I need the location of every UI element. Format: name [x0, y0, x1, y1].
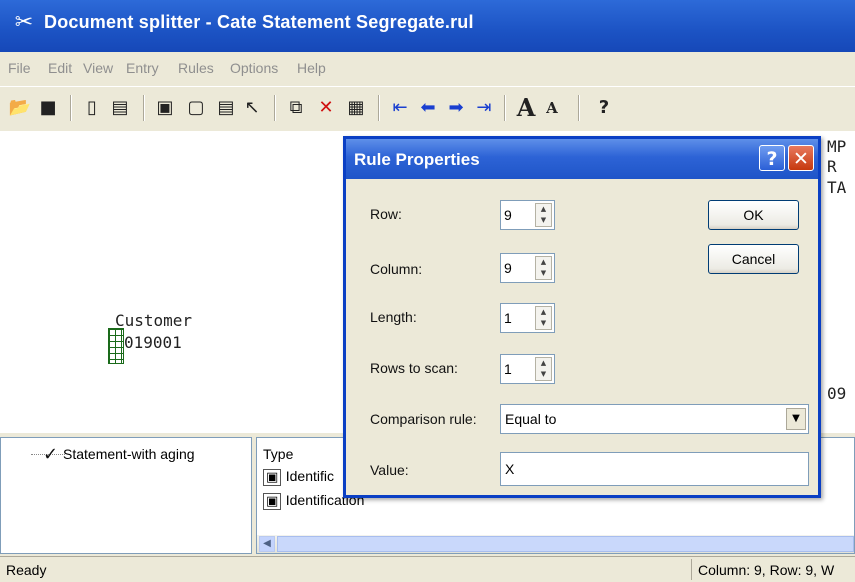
last-icon[interactable]: ⇥ [472, 96, 496, 120]
value-text: X [505, 461, 515, 477]
spin-up-icon[interactable]: ▲ [536, 204, 551, 215]
spin-up-icon[interactable]: ▲ [536, 307, 551, 318]
status-bar: Ready Column: 9, Row: 9, W [0, 556, 855, 582]
column-label: Column: [370, 261, 423, 277]
scroll-left-arrow-icon[interactable]: ◀ [259, 536, 275, 552]
rows-to-scan-spinner[interactable]: 1 ▲ ▼ [500, 354, 555, 384]
spin-up-icon[interactable]: ▲ [536, 358, 551, 369]
help-icon[interactable]: ? [592, 96, 616, 120]
identification-icon[interactable]: ▣ [153, 96, 177, 120]
doc-text-fragment: TA [827, 178, 847, 197]
chevron-down-icon[interactable]: ▼ [786, 408, 806, 430]
selection-grid-marker[interactable] [108, 328, 124, 364]
length-spin-arrows[interactable]: ▲ ▼ [535, 306, 552, 330]
toolbar-separator [578, 95, 580, 121]
row-value: 9 [504, 207, 512, 223]
doc-text-fragment: R [827, 157, 837, 176]
status-text: Ready [6, 562, 47, 578]
toolbar-separator [274, 95, 276, 121]
doc-text-fragment: MP [827, 137, 847, 156]
window-titlebar[interactable]: ✂ Document splitter - Cate Statement Seg… [0, 0, 855, 52]
font-smaller-icon[interactable]: A [540, 96, 564, 120]
toolbar-separator [504, 95, 506, 121]
save-icon[interactable]: ■ [36, 96, 60, 120]
ok-button[interactable]: OK [708, 200, 799, 230]
value-input[interactable]: X [500, 452, 809, 486]
rows-to-scan-value: 1 [504, 361, 512, 377]
open-folder-icon[interactable]: 📂 [8, 96, 32, 120]
window-title: Document splitter - Cate Statement Segre… [44, 12, 474, 32]
new-rule-icon[interactable]: ▯ [80, 96, 104, 120]
horizontal-scrollbar[interactable]: ◀ [257, 535, 854, 553]
toolbar-separator [143, 95, 145, 121]
first-icon[interactable]: ⇤ [388, 96, 412, 120]
close-button[interactable]: ✕ [788, 145, 814, 171]
rows-to-scan-spin-arrows[interactable]: ▲ ▼ [535, 357, 552, 381]
comparison-value: Equal to [505, 411, 557, 427]
doc-customer-id: 019001 [124, 333, 182, 352]
status-position: Column: 9, Row: 9, W [698, 562, 835, 578]
list-item[interactable]: ▣ Identific [263, 468, 334, 488]
length-label: Length: [370, 309, 417, 325]
spin-down-icon[interactable]: ▼ [536, 215, 551, 226]
page-icon[interactable]: ▢ [184, 96, 208, 120]
scroll-thumb[interactable] [277, 536, 854, 552]
toolbar-separator [378, 95, 380, 121]
spin-down-icon[interactable]: ▼ [536, 369, 551, 380]
next-icon[interactable]: ➡ [444, 96, 468, 120]
cancel-button[interactable]: Cancel [708, 244, 799, 274]
rule-properties-dialog: Rule Properties ? ✕ Row: 9 ▲ ▼ Column: 9 … [343, 136, 821, 498]
doc-text-fragment: 09 [827, 384, 847, 403]
rule-list-icon[interactable]: ▤ [108, 96, 132, 120]
length-spinner[interactable]: 1 ▲ ▼ [500, 303, 555, 333]
row-spin-arrows[interactable]: ▲ ▼ [535, 203, 552, 227]
identification-icon: ▣ [263, 493, 282, 510]
dialog-titlebar[interactable]: Rule Properties ? ✕ [346, 139, 818, 179]
rules-tree: ✓ Statement-with aging [0, 437, 252, 554]
row-spinner[interactable]: 9 ▲ ▼ [500, 200, 555, 230]
column-value: 9 [504, 260, 512, 276]
checkmark-icon: ✓ [43, 444, 59, 465]
menu-rules[interactable]: Rules [178, 60, 214, 76]
app-icon: ✂ [14, 10, 34, 35]
prev-icon[interactable]: ⬅ [416, 96, 440, 120]
column-spinner[interactable]: 9 ▲ ▼ [500, 253, 555, 283]
column-spin-arrows[interactable]: ▲ ▼ [535, 256, 552, 280]
comparison-label: Comparison rule: [370, 411, 477, 427]
delete-icon[interactable]: ✕ [314, 96, 338, 120]
value-label: Value: [370, 462, 409, 478]
pointer-icon[interactable]: ↖ [240, 96, 264, 120]
menu-view[interactable]: View [83, 60, 113, 76]
menu-help[interactable]: Help [297, 60, 326, 76]
help-button[interactable]: ? [759, 145, 785, 171]
identification-icon: ▣ [263, 469, 282, 486]
doc-customer-label: Customer [115, 311, 193, 330]
comparison-select[interactable]: Equal to ▼ [500, 404, 809, 434]
menu-file[interactable]: File [8, 60, 31, 76]
row-label: Row: [370, 206, 402, 222]
length-value: 1 [504, 310, 512, 326]
spin-down-icon[interactable]: ▼ [536, 268, 551, 279]
status-panel: Column: 9, Row: 9, W [691, 559, 855, 580]
doc-icon[interactable]: ▤ [214, 96, 238, 120]
properties-icon[interactable]: ▦ [344, 96, 368, 120]
menu-options[interactable]: Options [230, 60, 278, 76]
rows-to-scan-label: Rows to scan: [370, 360, 458, 376]
spin-down-icon[interactable]: ▼ [536, 318, 551, 329]
list-header-type[interactable]: Type [263, 446, 293, 462]
list-item-text: Identific [285, 468, 334, 484]
dialog-title: Rule Properties [354, 150, 480, 169]
copy-icon[interactable]: ⧉ [284, 96, 308, 120]
menu-bar: File Edit View Entry Rules Options Help [0, 52, 855, 86]
font-larger-icon[interactable]: A [514, 96, 538, 120]
toolbar-separator [70, 95, 72, 121]
menu-edit[interactable]: Edit [48, 60, 72, 76]
menu-entry[interactable]: Entry [126, 60, 159, 76]
tree-item-statement[interactable]: Statement-with aging [63, 446, 195, 462]
spin-up-icon[interactable]: ▲ [536, 257, 551, 268]
toolbar: 📂 ■ ▯ ▤ ▣ ▢ ▤ ↖ ⧉ ✕ ▦ ⇤ ⬅ ➡ ⇥ A A ? [0, 86, 855, 132]
